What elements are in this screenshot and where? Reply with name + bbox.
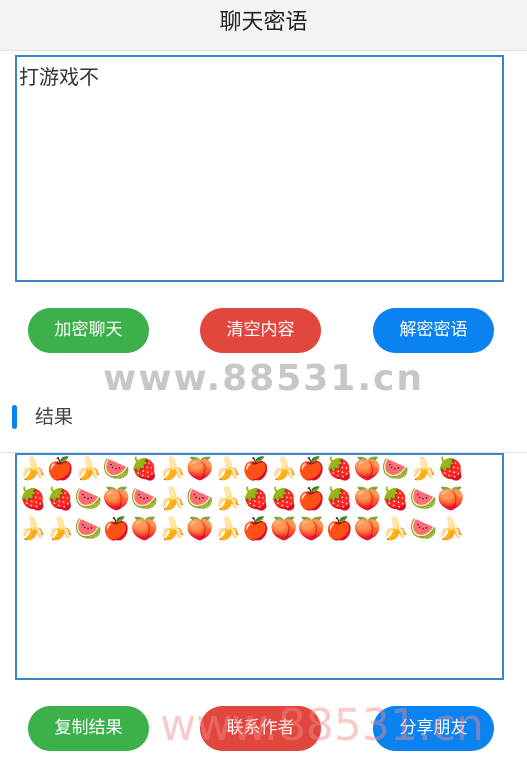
result-line: 🍌🍌🍉🍎🍑🍌🍑🍌🍎🍑🍑🍎🍑🍌🍉🍌 [19, 517, 466, 542]
page-title: 聊天密语 [0, 0, 527, 51]
watermark: www.88531.cn [102, 358, 425, 399]
result-line: 🍌🍎🍌🍉🍓🍌🍑🍌🍎🍌🍎🍓🍑🍉🍌🍓 [19, 457, 466, 482]
result-line: 🍓🍓🍉🍑🍉🍌🍉🍌🍓🍓🍎🍓🍑🍓🍉🍑 [19, 487, 466, 512]
decrypt-message-button[interactable]: 解密密语 [373, 308, 494, 353]
message-input[interactable]: 打游戏不 [15, 55, 504, 282]
page: 聊天密语 打游戏不 加密聊天 清空内容 解密密语 www.88531.cn 结果… [0, 0, 527, 762]
encrypt-chat-button[interactable]: 加密聊天 [28, 308, 149, 353]
clear-content-button[interactable]: 清空内容 [200, 308, 321, 353]
contact-author-button[interactable]: 联系作者 [200, 706, 321, 751]
result-label: 结果 [35, 406, 74, 428]
section-accent-bar [12, 405, 17, 429]
result-output[interactable]: 🍌🍎🍌🍉🍓🍌🍑🍌🍎🍌🍎🍓🍑🍉🍌🍓 🍓🍓🍉🍑🍉🍌🍉🍌🍓🍓🍎🍓🍑🍓🍉🍑 🍌🍌🍉🍎🍑🍌… [15, 453, 504, 680]
copy-result-button[interactable]: 复制结果 [28, 706, 149, 751]
share-friends-button[interactable]: 分享朋友 [373, 706, 494, 751]
